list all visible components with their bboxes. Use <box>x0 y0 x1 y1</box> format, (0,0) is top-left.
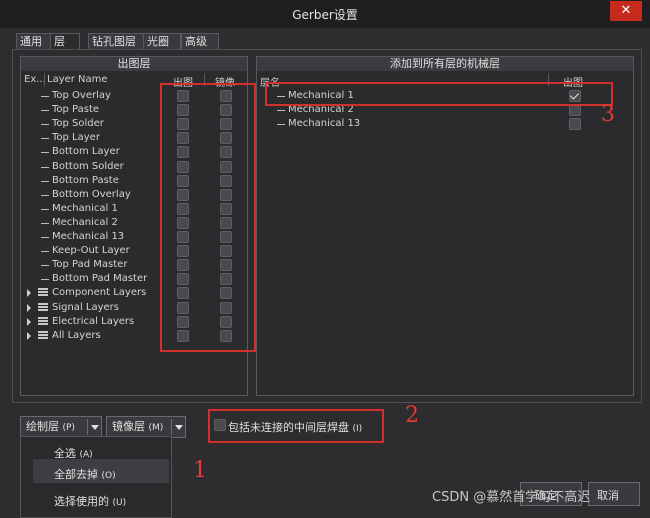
layer-name: Top Solder <box>52 118 104 130</box>
layer-stack-icon <box>38 316 48 326</box>
layer-name: Electrical Layers <box>52 315 135 327</box>
tree-line-icon <box>41 194 49 196</box>
tab-apertures[interactable]: 光圈 <box>143 33 181 50</box>
annotation-box-mechanical-1 <box>265 82 613 106</box>
tree-line-icon <box>277 110 285 112</box>
mirror-layers-label: 镜像层 (M) <box>112 420 164 433</box>
expand-arrow-icon[interactable] <box>27 303 31 312</box>
annotation-number-1: 1 <box>193 458 207 483</box>
layer-name: Bottom Solder <box>52 160 124 172</box>
layer-name: Bottom Layer <box>52 146 120 158</box>
tree-line-icon <box>41 222 49 224</box>
layer-stack-icon <box>38 288 48 297</box>
mechanical-row: Mechanical 13 <box>257 117 633 131</box>
layer-name: Top Paste <box>52 104 100 116</box>
tree-line-icon <box>41 152 49 154</box>
layer-name: Bottom Paste <box>52 174 119 186</box>
layer-name: Mechanical 1 <box>52 202 118 214</box>
layer-name: Mechanical 2 <box>52 216 118 228</box>
tree-line-icon <box>41 110 49 112</box>
layer-name: Top Pad Master <box>52 259 128 271</box>
col-layer-name: Layer Name <box>47 74 108 85</box>
tree-line-icon <box>41 208 49 210</box>
tree-line-icon <box>41 180 49 182</box>
layer-name: Bottom Overlay <box>52 188 131 200</box>
plot-layers-header: 出图层 <box>21 57 247 71</box>
dropdown-divider <box>87 419 88 435</box>
annotation-number-2: 2 <box>405 403 419 428</box>
menu-item-select-all[interactable]: 全选 (A) <box>54 445 93 461</box>
layer-name: Bottom Pad Master <box>52 273 148 285</box>
cancel-label: 取消 <box>597 489 619 502</box>
annotation-number-3: 3 <box>601 102 615 127</box>
layer-stack-icon <box>38 302 48 312</box>
layer-name: Component Layers <box>52 287 147 299</box>
col-divider <box>44 73 45 86</box>
tab-layers[interactable]: 层 <box>50 33 80 50</box>
include-pads-checkbox[interactable] <box>214 419 226 431</box>
watermark: CSDN @慕然首学习不高迟 <box>432 490 591 505</box>
expand-arrow-icon[interactable] <box>27 317 31 326</box>
include-pads-option[interactable]: 包括未连接的中间层焊盘 (I) <box>210 410 380 440</box>
layer-name: All Layers <box>52 329 101 341</box>
layer-name: Mechanical 13 <box>288 118 361 130</box>
tab-general[interactable]: 通用 <box>16 33 52 50</box>
layer-name: Keep-Out Layer <box>52 245 130 257</box>
layer-stack-icon <box>38 330 48 340</box>
tree-line-icon <box>41 279 49 281</box>
menu-item-clear-all[interactable]: 全部去掉 (O) <box>54 466 116 482</box>
title-bar: Gerber设置 ✕ <box>0 0 650 28</box>
tree-line-icon <box>41 251 49 253</box>
tree-line-icon <box>41 265 49 267</box>
plot-layers-menu: 全选 (A) 全部去掉 (O) 选择使用的 (U) <box>20 436 172 518</box>
expand-arrow-icon[interactable] <box>27 289 31 298</box>
layer-name: Mechanical 13 <box>52 231 125 242</box>
tree-line-icon <box>41 96 49 97</box>
tree-line-icon <box>41 237 49 238</box>
cancel-button[interactable]: 取消 <box>588 482 640 506</box>
tree-line-icon <box>41 124 49 126</box>
plot-layers-dropdown[interactable]: 绘制层 (P) <box>20 416 102 438</box>
plot-checkbox[interactable] <box>569 118 581 131</box>
col-ex: Ex... <box>24 74 46 85</box>
layer-name: Signal Layers <box>52 301 119 313</box>
tree-line-icon <box>41 138 49 140</box>
layer-name: Top Overlay <box>52 90 111 101</box>
menu-item-select-used[interactable]: 选择使用的 (U) <box>54 493 126 509</box>
close-icon: ✕ <box>620 3 632 18</box>
tab-advanced[interactable]: 高级 <box>181 33 219 50</box>
layer-name: Top Layer <box>52 132 100 144</box>
annotation-box-checkbox-columns <box>160 83 256 352</box>
chevron-down-icon <box>175 425 183 430</box>
chevron-down-icon <box>91 425 99 430</box>
dropdown-divider <box>171 419 172 435</box>
close-button[interactable]: ✕ <box>610 1 642 21</box>
mechanical-layers-panel: 添加到所有层的机械层 层名 出图 Mechanical 1 Mechanical … <box>256 56 634 396</box>
expand-arrow-icon[interactable] <box>27 331 31 340</box>
tab-drill-drawing[interactable]: 钻孔图层 <box>88 33 146 50</box>
mirror-layers-dropdown[interactable]: 镜像层 (M) <box>106 416 186 438</box>
plot-layers-label: 绘制层 (P) <box>26 420 75 433</box>
include-pads-label: 包括未连接的中间层焊盘 (I) <box>228 421 363 434</box>
tree-line-icon <box>277 124 285 126</box>
tree-line-icon <box>41 166 49 168</box>
window-title: Gerber设置 <box>292 8 358 22</box>
mechanical-layers-header: 添加到所有层的机械层 <box>257 57 633 71</box>
